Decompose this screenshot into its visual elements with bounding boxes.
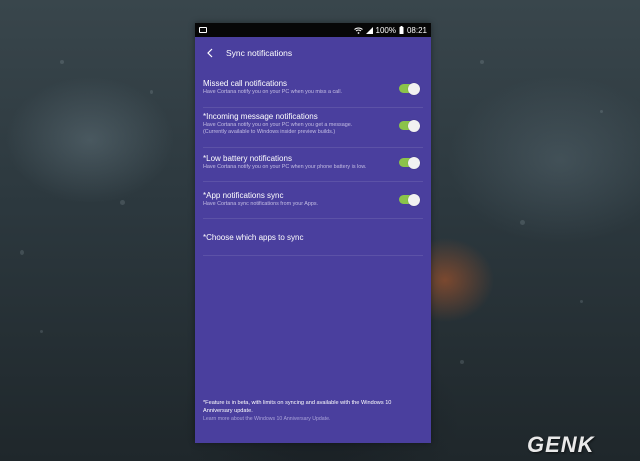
app-sync-title: *App notifications sync bbox=[203, 191, 284, 200]
beta-note-line-1: *Feature is in beta, with limits on sync… bbox=[203, 400, 392, 406]
beta-note-line-2: Anniversary update. bbox=[203, 407, 253, 414]
genk-logo: GENK bbox=[527, 432, 595, 457]
setting-row-low-battery-body: *Low battery notifications Have Cortana … bbox=[203, 154, 423, 171]
footer: *Feature is in beta, with limits on sync… bbox=[203, 400, 421, 423]
app-sync-toggle[interactable] bbox=[399, 193, 420, 206]
missed-call-title: Missed call notifications bbox=[203, 79, 288, 88]
setting-row-missed-call-body: Missed call notifications Have Cortana n… bbox=[203, 79, 423, 96]
divider bbox=[203, 147, 423, 148]
low-battery-description: Have Cortana notify you on your PC when … bbox=[203, 164, 367, 170]
choose-apps-link[interactable]: *Choose which apps to sync bbox=[203, 233, 304, 243]
toggle-knob bbox=[408, 82, 420, 95]
toggle-knob bbox=[408, 119, 420, 132]
missed-call-description: Have Cortana notify you on your PC when … bbox=[203, 89, 343, 95]
toggle-knob bbox=[408, 156, 420, 169]
divider bbox=[203, 107, 423, 108]
toggle-knob bbox=[408, 193, 420, 206]
anniversary-update-link[interactable]: Learn more about the Windows 10 Annivers… bbox=[203, 415, 421, 423]
low-battery-toggle[interactable] bbox=[399, 156, 420, 169]
divider bbox=[203, 255, 423, 256]
divider bbox=[203, 181, 423, 182]
low-battery-title: *Low battery notifications bbox=[203, 154, 292, 163]
setting-row-incoming-message-body: *Incoming message notifications Have Cor… bbox=[203, 112, 423, 136]
setting-row-app-sync-body: *App notifications sync Have Cortana syn… bbox=[203, 191, 423, 208]
missed-call-toggle[interactable] bbox=[399, 82, 420, 95]
app-sync-description: Have Cortana sync notifications from you… bbox=[203, 201, 319, 207]
incoming-message-availability: (Currently available to Windows insider … bbox=[203, 129, 336, 135]
incoming-message-title: *Incoming message notifications bbox=[203, 112, 318, 121]
incoming-message-description: Have Cortana notify you on your PC when … bbox=[203, 122, 353, 128]
incoming-message-toggle[interactable] bbox=[399, 119, 420, 132]
divider bbox=[203, 218, 423, 219]
